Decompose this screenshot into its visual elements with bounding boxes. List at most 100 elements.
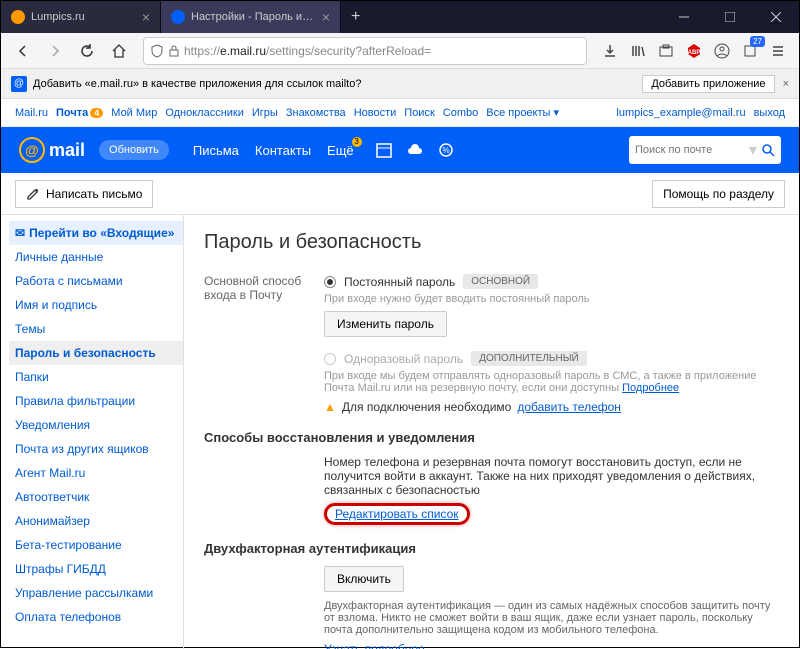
compose-button[interactable]: Написать письмо bbox=[15, 180, 153, 208]
change-password-button[interactable]: Изменить пароль bbox=[324, 311, 447, 337]
portal-link[interactable]: Игры bbox=[252, 107, 278, 119]
sidebar-item[interactable]: Штрафы ГИБДД bbox=[9, 557, 183, 581]
portal-link[interactable]: Одноклассники bbox=[165, 107, 244, 119]
sidebar-item[interactable]: Почта из других ящиков bbox=[9, 437, 183, 461]
add-app-button[interactable]: Добавить приложение bbox=[642, 75, 774, 93]
tag-main: ОСНОВНОЙ bbox=[463, 274, 538, 289]
section-body: Постоянный пароль ОСНОВНОЙ При входе нуж… bbox=[324, 274, 779, 414]
nav-letters[interactable]: Письма bbox=[193, 143, 239, 158]
window-controls bbox=[661, 1, 799, 33]
page-title: Пароль и безопасность bbox=[204, 231, 779, 254]
portal-link[interactable]: Знакомства bbox=[286, 107, 346, 119]
addressbar: https://e.mail.ru/settings/security?afte… bbox=[1, 33, 799, 69]
chevron-down-icon[interactable]: ▾ bbox=[749, 140, 757, 160]
portal-link[interactable]: Новости bbox=[354, 107, 397, 119]
radio-label: Одноразовый пароль bbox=[344, 352, 463, 366]
sidebar-item[interactable]: Оплата телефонов bbox=[9, 605, 183, 629]
sidebar-item[interactable]: Уведомления bbox=[9, 413, 183, 437]
search-icon[interactable] bbox=[761, 143, 775, 157]
maximize-button[interactable] bbox=[707, 1, 753, 33]
portal-link[interactable]: Mail.ru bbox=[15, 107, 48, 119]
bonus-icon[interactable]: % bbox=[438, 142, 454, 158]
abp-icon[interactable]: ABP bbox=[681, 38, 707, 64]
close-window-button[interactable] bbox=[753, 1, 799, 33]
nav-more[interactable]: Ещё3 bbox=[327, 143, 354, 158]
menu-icon[interactable] bbox=[765, 38, 791, 64]
nav-contacts[interactable]: Контакты bbox=[255, 143, 311, 158]
update-button[interactable]: Обновить bbox=[99, 140, 169, 160]
mail-logo[interactable]: @ mail bbox=[19, 137, 85, 163]
lock-icon bbox=[168, 45, 180, 57]
reload-button[interactable] bbox=[73, 37, 101, 65]
toolbar-icons: ABP 27 bbox=[597, 38, 791, 64]
edit-list-link[interactable]: Редактировать список bbox=[335, 507, 459, 521]
tag-additional: ДОПОЛНИТЕЛЬНЫЙ bbox=[471, 351, 587, 366]
sidebar-item[interactable]: Бета-тестирование bbox=[9, 533, 183, 557]
screenshot-icon[interactable] bbox=[653, 38, 679, 64]
home-button[interactable] bbox=[105, 37, 133, 65]
extension-icon[interactable]: 27 bbox=[737, 38, 763, 64]
sidebar-item[interactable]: Автоответчик bbox=[9, 485, 183, 509]
section-label: Основной способ входа в Почту bbox=[204, 274, 324, 414]
radio-permanent[interactable]: Постоянный пароль ОСНОВНОЙ bbox=[324, 274, 779, 289]
library-icon[interactable] bbox=[625, 38, 651, 64]
portal-link[interactable]: Combo bbox=[443, 107, 478, 119]
tab-settings[interactable]: Настройки - Пароль и безопа... × bbox=[161, 1, 341, 33]
close-icon[interactable]: × bbox=[322, 9, 330, 25]
enable-2fa-button[interactable]: Включить bbox=[324, 566, 404, 592]
forward-button[interactable] bbox=[41, 37, 69, 65]
add-phone-link[interactable]: добавить телефон bbox=[517, 400, 621, 414]
search-input[interactable] bbox=[635, 144, 745, 156]
settings-sidebar: ✉Перейти во «Входящие» Личные данные Раб… bbox=[1, 215, 183, 649]
cloud-icon[interactable] bbox=[406, 142, 424, 158]
minimize-button[interactable] bbox=[661, 1, 707, 33]
user-email[interactable]: lumpics_example@mail.ru bbox=[616, 107, 745, 119]
downloads-icon[interactable] bbox=[597, 38, 623, 64]
url-bar[interactable]: https://e.mail.ru/settings/security?afte… bbox=[143, 37, 587, 65]
favicon-icon bbox=[171, 10, 185, 24]
hint-text: При входе нужно будет вводить постоянный… bbox=[324, 293, 779, 305]
tabs: Lumpics.ru × Настройки - Пароль и безопа… bbox=[1, 1, 370, 33]
twofa-section: Включить Двухфакторная аутентификация — … bbox=[204, 566, 779, 649]
twofa-text: Двухфакторная аутентификация — один из с… bbox=[324, 600, 779, 636]
portal-link[interactable]: Поиск bbox=[404, 107, 434, 119]
sidebar-inbox[interactable]: ✉Перейти во «Входящие» bbox=[9, 221, 183, 245]
sidebar-item[interactable]: Работа с письмами bbox=[9, 269, 183, 293]
profile-icon[interactable] bbox=[709, 38, 735, 64]
radio-onetime[interactable]: Одноразовый пароль ДОПОЛНИТЕЛЬНЫЙ bbox=[324, 351, 779, 366]
header-nav: Письма Контакты Ещё3 bbox=[193, 143, 354, 158]
warning-icon: ▲ bbox=[324, 400, 336, 414]
portal-link[interactable]: Все проекты ▾ bbox=[486, 106, 559, 119]
sidebar-item[interactable]: Правила фильтрации bbox=[9, 389, 183, 413]
svg-text:%: % bbox=[442, 146, 449, 155]
calendar-icon[interactable] bbox=[376, 142, 392, 158]
content: Пароль и безопасность Основной способ вх… bbox=[183, 215, 799, 649]
sidebar-item[interactable]: Агент Mail.ru bbox=[9, 461, 183, 485]
sidebar-item[interactable]: Темы bbox=[9, 317, 183, 341]
sidebar-item[interactable]: Личные данные bbox=[9, 245, 183, 269]
mailto-notification: @ Добавить «e.mail.ru» в качестве прилож… bbox=[1, 69, 799, 99]
radio-label: Постоянный пароль bbox=[344, 275, 455, 289]
favicon-icon bbox=[11, 10, 25, 24]
sidebar-item[interactable]: Папки bbox=[9, 365, 183, 389]
sidebar-item[interactable]: Анонимайзер bbox=[9, 509, 183, 533]
main: ✉Перейти во «Входящие» Личные данные Раб… bbox=[1, 215, 799, 649]
tab-lumpics[interactable]: Lumpics.ru × bbox=[1, 1, 161, 33]
help-button[interactable]: Помощь по разделу bbox=[652, 180, 785, 208]
search-box[interactable]: ▾ bbox=[629, 136, 781, 164]
warning-row: ▲ Для подключения необходимо добавить те… bbox=[324, 400, 779, 414]
portal-link[interactable]: Мой Мир bbox=[111, 107, 157, 119]
titlebar: Lumpics.ru × Настройки - Пароль и безопа… bbox=[1, 1, 799, 33]
logout-link[interactable]: выход bbox=[754, 107, 785, 119]
more-link[interactable]: Подробнее bbox=[622, 382, 679, 394]
sidebar-item[interactable]: Имя и подпись bbox=[9, 293, 183, 317]
sidebar-item[interactable]: Управление рассылками bbox=[9, 581, 183, 605]
close-icon[interactable]: × bbox=[142, 9, 150, 25]
back-button[interactable] bbox=[9, 37, 37, 65]
new-tab-button[interactable]: + bbox=[341, 1, 370, 33]
login-method-section: Основной способ входа в Почту Постоянный… bbox=[204, 274, 779, 414]
sidebar-item-security[interactable]: Пароль и безопасность bbox=[9, 341, 183, 365]
unread-badge: 4 bbox=[90, 108, 103, 118]
portal-link[interactable]: Почта4 bbox=[56, 107, 103, 119]
close-icon[interactable]: × bbox=[783, 78, 789, 90]
